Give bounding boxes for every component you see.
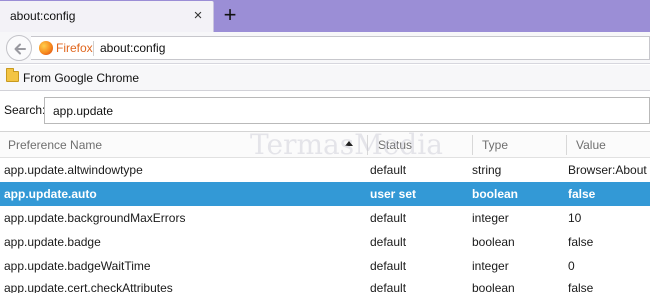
back-arrow-icon bbox=[14, 43, 26, 55]
column-header-type[interactable]: Type bbox=[482, 138, 508, 152]
pref-value: 10 bbox=[568, 211, 582, 225]
pref-type: string bbox=[472, 163, 502, 177]
search-row: Search: bbox=[0, 92, 650, 130]
pref-status: default bbox=[370, 259, 407, 273]
column-separator[interactable] bbox=[472, 135, 473, 155]
pref-name: app.update.badge bbox=[4, 235, 101, 249]
table-row-selected[interactable]: app.update.auto user set boolean false bbox=[0, 182, 650, 206]
tab-title: about:config bbox=[10, 9, 76, 23]
pref-type: integer bbox=[472, 259, 509, 273]
search-input[interactable] bbox=[44, 97, 650, 124]
new-tab-button[interactable]: + bbox=[219, 4, 241, 26]
pref-value: false bbox=[568, 235, 594, 249]
column-separator[interactable] bbox=[566, 135, 567, 155]
column-header-status[interactable]: Status bbox=[378, 138, 412, 152]
pref-status: default bbox=[370, 163, 407, 177]
firefox-logo-icon bbox=[39, 41, 53, 55]
pref-status: default bbox=[370, 235, 407, 249]
url-bar[interactable]: Firefox about:config bbox=[31, 36, 650, 60]
pref-value: false bbox=[568, 187, 596, 201]
column-header-value[interactable]: Value bbox=[576, 138, 606, 152]
table-row[interactable]: app.update.cert.checkAttributes default … bbox=[0, 277, 650, 293]
folder-icon bbox=[6, 68, 19, 82]
table-header: Preference Name Status Type Value bbox=[0, 132, 650, 158]
pref-type: integer bbox=[472, 211, 509, 225]
column-separator[interactable] bbox=[367, 135, 368, 155]
url-text[interactable]: about:config bbox=[100, 41, 165, 55]
pref-status: default bbox=[370, 281, 407, 293]
close-tab-icon[interactable]: × bbox=[190, 8, 206, 24]
preferences-table: Preference Name Status Type Value app.up… bbox=[0, 131, 650, 293]
pref-value: Browser:About bbox=[568, 163, 647, 177]
pref-name: app.update.backgroundMaxErrors bbox=[4, 211, 186, 225]
pref-status: user set bbox=[370, 187, 417, 201]
pref-type: boolean bbox=[472, 235, 515, 249]
bookmarks-toolbar: From Google Chrome bbox=[0, 65, 650, 91]
tab-about-config[interactable]: about:config × bbox=[0, 1, 214, 32]
table-row[interactable]: app.update.backgroundMaxErrors default i… bbox=[0, 206, 650, 230]
search-label: Search: bbox=[4, 103, 46, 117]
bookmark-folder-from-google-chrome[interactable]: From Google Chrome bbox=[23, 71, 139, 85]
column-header-preference-name[interactable]: Preference Name bbox=[8, 138, 102, 152]
table-row[interactable]: app.update.badge default boolean false bbox=[0, 230, 650, 254]
navigation-bar: Firefox about:config bbox=[0, 32, 650, 64]
table-row[interactable]: app.update.badgeWaitTime default integer… bbox=[0, 254, 650, 278]
url-separator bbox=[93, 41, 94, 56]
pref-name: app.update.cert.checkAttributes bbox=[4, 281, 173, 293]
pref-type: boolean bbox=[472, 187, 519, 201]
pref-name: app.update.altwindowtype bbox=[4, 163, 143, 177]
identity-label[interactable]: Firefox bbox=[56, 41, 93, 55]
tab-strip: about:config × + bbox=[0, 0, 650, 32]
sort-ascending-icon bbox=[345, 141, 353, 146]
table-row[interactable]: app.update.altwindowtype default string … bbox=[0, 158, 650, 182]
pref-value: false bbox=[568, 281, 594, 293]
pref-value: 0 bbox=[568, 259, 575, 273]
pref-type: boolean bbox=[472, 281, 515, 293]
pref-name: app.update.badgeWaitTime bbox=[4, 259, 151, 273]
pref-status: default bbox=[370, 211, 407, 225]
pref-name: app.update.auto bbox=[4, 187, 97, 201]
back-button[interactable] bbox=[6, 35, 32, 61]
